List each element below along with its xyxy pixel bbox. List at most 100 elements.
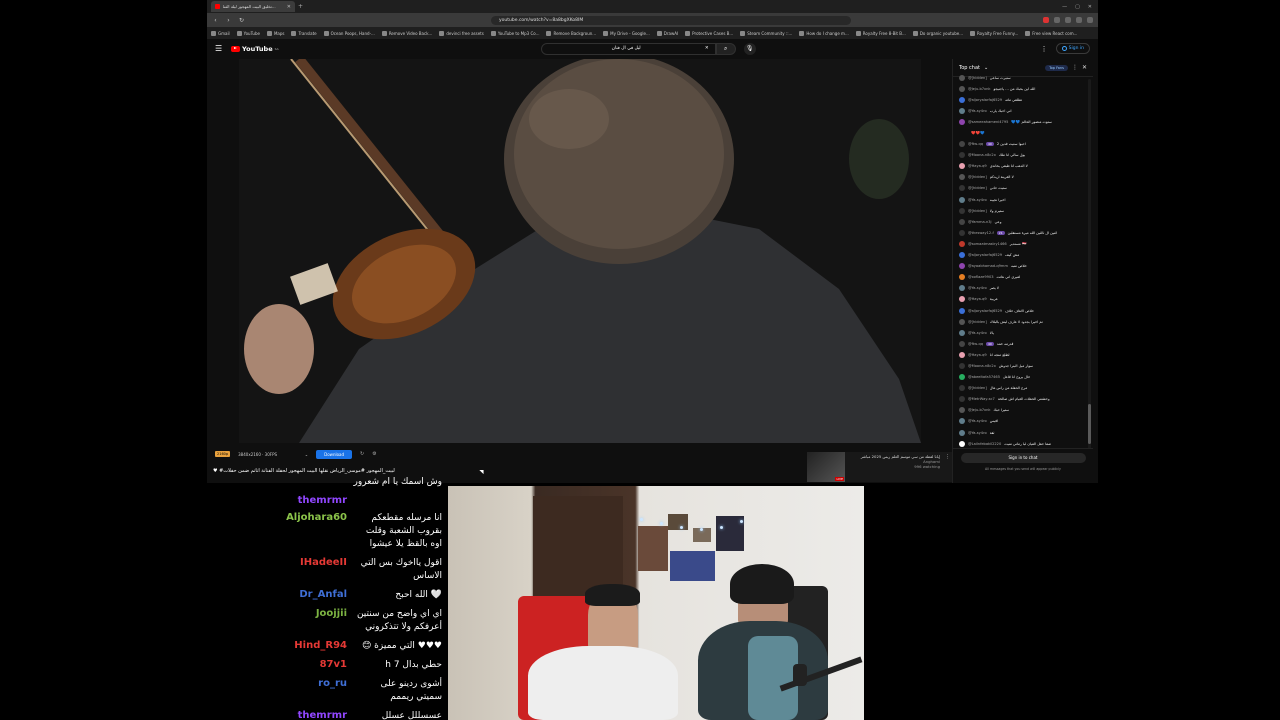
avatar[interactable] <box>959 296 965 303</box>
bookmark-item[interactable]: YouTube to Mp3 Co... <box>490 30 539 36</box>
chat-username[interactable]: @abeeltafa57465 <box>968 375 1000 379</box>
bookmark-item[interactable]: Steam Community ::... <box>740 30 792 36</box>
bookmark-item[interactable]: Free view React com... <box>1025 30 1077 36</box>
avatar[interactable] <box>959 196 965 203</box>
search-button[interactable]: ⌕ <box>715 42 736 55</box>
quality-select[interactable]: 3840x2160 · 30FPS ⌄ <box>238 452 308 457</box>
minimize-icon[interactable]: — <box>1062 4 1067 10</box>
settings-kebab-icon[interactable]: ⋮ <box>1041 45 1048 53</box>
avatar[interactable] <box>959 385 965 392</box>
chat-username[interactable]: @Ya-sy4ro <box>968 286 987 290</box>
avatar[interactable] <box>959 407 965 414</box>
chat-username[interactable]: @Ya-sy4ro <box>968 419 987 423</box>
avatar[interactable] <box>959 440 965 447</box>
avatar[interactable] <box>959 418 965 425</box>
chat-username[interactable]: @Moona-n8c2x <box>968 364 996 368</box>
top-fans-chip[interactable]: Top Fans <box>1045 64 1068 71</box>
bookmark-item[interactable]: My Drive - Google... <box>603 30 650 36</box>
bookmark-item[interactable]: YouTube <box>236 30 260 36</box>
chat-username[interactable]: @[hidden] <box>968 209 987 213</box>
chat-username[interactable]: @Ya-sy4ro <box>968 198 987 202</box>
chat-mode-select[interactable]: Top chat <box>959 65 980 71</box>
live-thumbnail[interactable]: LIVE <box>807 452 845 482</box>
hamburger-menu-icon[interactable]: ☰ <box>215 44 227 53</box>
bookmark-item[interactable]: Remove Backgroun... <box>546 30 596 36</box>
browser-tab[interactable]: تخليق البيت المهجور ليلة الفنا... ✕ <box>211 1 295 12</box>
avatar[interactable] <box>959 396 965 403</box>
avatar[interactable] <box>959 107 965 114</box>
more-options-icon[interactable]: ⋮ <box>1072 64 1078 71</box>
bookmark-item[interactable]: Gmail <box>211 30 230 36</box>
avatar[interactable] <box>959 329 965 336</box>
chat-username[interactable]: @[hidden] <box>968 186 987 190</box>
close-window-icon[interactable]: ✕ <box>1088 4 1092 10</box>
chat-username[interactable]: @Haya-q9 <box>968 297 987 301</box>
avatar[interactable] <box>959 96 965 103</box>
avatar[interactable] <box>959 307 965 314</box>
chat-username[interactable]: @Haya-q9 <box>968 353 987 357</box>
avatar[interactable] <box>959 285 965 292</box>
chat-username[interactable]: @thesway12-f <box>968 231 994 235</box>
avatar[interactable] <box>959 362 965 369</box>
chat-username[interactable]: @Moona-n8c2x <box>968 153 996 157</box>
avatar[interactable] <box>959 429 965 436</box>
extension-icon[interactable] <box>1043 17 1049 23</box>
settings-icon[interactable]: ⚙ <box>372 451 376 457</box>
new-tab-icon[interactable]: + <box>298 3 303 10</box>
live-recommendation-card[interactable]: LIVE إيانا لقطة من سي موسم العلم ريس 202… <box>807 452 952 482</box>
bookmark-item[interactable]: Do organic youtube... <box>912 30 963 36</box>
avatar[interactable] <box>959 218 965 225</box>
extension-icon[interactable] <box>1054 17 1060 23</box>
extension-icon[interactable] <box>1065 17 1071 23</box>
bookmark-item[interactable]: Protective Cases B... <box>685 30 733 36</box>
back-icon[interactable]: ‹ <box>212 17 219 24</box>
sign-in-button[interactable]: Sign in <box>1055 43 1090 54</box>
refresh-icon[interactable]: ↻ <box>360 451 364 457</box>
chat-username[interactable]: @[hidden] <box>968 175 987 179</box>
chat-username[interactable]: @MetrWay-sc7 <box>968 397 995 401</box>
chat-username[interactable]: @Yamma-n3j <box>968 220 992 224</box>
chat-username[interactable]: @[hidden] <box>968 76 987 80</box>
chat-username[interactable]: @[hidden] <box>968 320 987 324</box>
bookmark-item[interactable]: Royalty Free Funny... <box>970 30 1018 36</box>
avatar[interactable] <box>959 185 965 192</box>
search-input[interactable]: ليل في ال فنان ✕ <box>540 42 716 55</box>
chat-username[interactable]: @Ya-sy4ro <box>968 431 987 435</box>
avatar[interactable] <box>959 74 965 81</box>
chat-username[interactable]: @Jeju-b7xnk <box>968 408 991 412</box>
chevron-down-icon[interactable]: ⌄ <box>984 65 988 71</box>
bookmark-item[interactable]: DrawAI <box>656 30 678 36</box>
chat-username[interactable]: @Ya-sy4ro <box>968 109 987 113</box>
chat-username[interactable]: @Jeju-b7xnk <box>968 87 991 91</box>
bookmark-item[interactable]: Maps <box>266 30 284 36</box>
chat-username[interactable]: @ftw-qq <box>968 142 983 146</box>
close-chat-icon[interactable]: ✕ <box>1082 64 1087 71</box>
avatar[interactable] <box>959 207 965 214</box>
avatar[interactable] <box>959 163 965 170</box>
youtube-logo[interactable]: YouTube SA <box>231 45 279 53</box>
bookmark-item[interactable]: Royalty Free 8-Bit B... <box>855 30 906 36</box>
avatar[interactable] <box>959 340 965 347</box>
forward-icon[interactable]: › <box>225 17 232 24</box>
avatar[interactable] <box>959 130 965 136</box>
avatar[interactable] <box>959 263 965 270</box>
chat-scrollbar-thumb[interactable] <box>1088 404 1091 444</box>
chat-username[interactable]: @Ya-sy4ro <box>968 331 987 335</box>
chat-username[interactable]: @Haya-q9 <box>968 164 987 168</box>
avatar[interactable] <box>959 351 965 358</box>
profile-icon[interactable] <box>1076 17 1082 23</box>
close-tab-icon[interactable]: ✕ <box>287 4 291 10</box>
bookmark-item[interactable]: Remove Video Back... <box>381 30 432 36</box>
bookmark-item[interactable]: devinci free assets <box>439 30 484 36</box>
avatar[interactable] <box>959 118 965 125</box>
avatar[interactable] <box>959 141 965 148</box>
reload-icon[interactable]: ↻ <box>238 17 245 24</box>
chat-username[interactable]: @aljoryalarfaj6529 <box>968 309 1002 313</box>
avatar[interactable] <box>959 240 965 247</box>
chat-username[interactable]: @sameeahameni4795 <box>968 120 1008 124</box>
bookmark-item[interactable]: Translate <box>291 30 317 36</box>
avatar[interactable] <box>959 374 965 381</box>
chat-username[interactable]: @ftw-qq <box>968 342 983 346</box>
avatar[interactable] <box>959 252 965 259</box>
download-button[interactable]: Download <box>316 449 353 459</box>
